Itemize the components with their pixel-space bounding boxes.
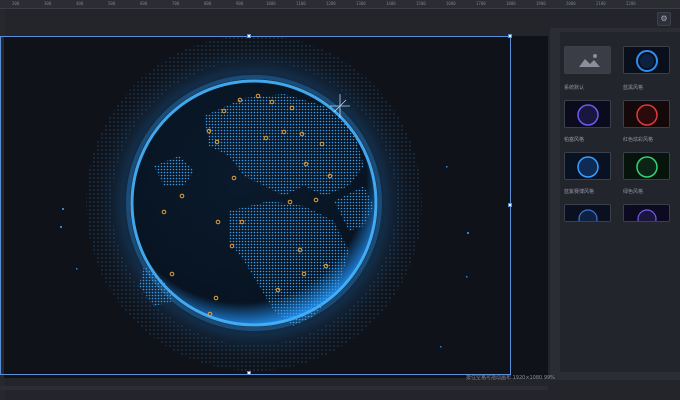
ruler-tick: 1700 bbox=[476, 1, 486, 6]
theme-thumb-purple[interactable] bbox=[564, 100, 611, 128]
ruler-tick: 400 bbox=[76, 1, 84, 6]
ruler-tick: 1800 bbox=[506, 1, 516, 6]
globe-thumbnail bbox=[636, 104, 658, 126]
horizontal-scrollbar[interactable] bbox=[0, 386, 548, 390]
ruler-tick: 2100 bbox=[596, 1, 606, 6]
ruler-tick: 700 bbox=[172, 1, 180, 6]
editor-canvas[interactable] bbox=[4, 36, 548, 378]
globe-thumbnail bbox=[577, 104, 599, 126]
theme-thumb-green[interactable] bbox=[623, 152, 670, 180]
theme-thumb-blue-cyber[interactable] bbox=[564, 152, 611, 180]
settings-icon[interactable]: ⚙ bbox=[657, 12, 671, 26]
ruler-tick: 1500 bbox=[416, 1, 426, 6]
image-placeholder-icon bbox=[579, 54, 600, 67]
theme-thumb-red[interactable] bbox=[623, 100, 670, 128]
canvas-status-text: 按住空格可拖动画布 1920×1080 99% bbox=[466, 375, 555, 381]
theme-label: 蓝紫赛博风格 bbox=[564, 189, 595, 195]
theme-list: 系统默认 蓝黑风格 帕塞风格 红色炫彩风格 蓝紫赛博风格 绿色风格 bbox=[560, 32, 680, 372]
ruler-tick: 1300 bbox=[356, 1, 366, 6]
ruler-tick: 2000 bbox=[566, 1, 576, 6]
ruler-tick: 1400 bbox=[386, 1, 396, 6]
ruler-tick: 500 bbox=[108, 1, 116, 6]
editor-app: 200 300 400 500 600 700 800 900 1000 110… bbox=[0, 0, 680, 400]
ruler-tick: 1100 bbox=[296, 1, 306, 6]
theme-label: 绿色风格 bbox=[623, 189, 644, 195]
theme-thumb-purple-small[interactable] bbox=[623, 204, 670, 222]
theme-label: 蓝黑风格 bbox=[623, 85, 644, 91]
theme-label: 系统默认 bbox=[564, 85, 585, 91]
ruler-tick: 900 bbox=[236, 1, 244, 6]
globe-scene bbox=[60, 36, 469, 371]
horizontal-ruler: 200 300 400 500 600 700 800 900 1000 110… bbox=[0, 0, 680, 9]
ruler-tick: 800 bbox=[204, 1, 212, 6]
ruler-tick: 200 bbox=[12, 1, 20, 6]
theme-label: 帕塞风格 bbox=[564, 137, 585, 143]
ruler-tick: 2200 bbox=[626, 1, 636, 6]
theme-label: 红色炫彩风格 bbox=[623, 137, 654, 143]
globe-thumbnail bbox=[636, 156, 658, 178]
ruler-tick: 1600 bbox=[446, 1, 456, 6]
globe-thumbnail bbox=[637, 209, 657, 221]
globe-thumbnail bbox=[636, 50, 658, 72]
theme-thumb-blue-dark[interactable] bbox=[623, 46, 670, 74]
ruler-tick: 1200 bbox=[326, 1, 336, 6]
ruler-tick: 1900 bbox=[536, 1, 546, 6]
globe-thumbnail bbox=[577, 156, 599, 178]
globe-thumbnail bbox=[578, 209, 598, 221]
ruler-tick: 300 bbox=[44, 1, 52, 6]
ruler-tick: 600 bbox=[140, 1, 148, 6]
theme-thumb-blue-small[interactable] bbox=[564, 204, 611, 222]
ruler-tick: 1000 bbox=[266, 1, 276, 6]
theme-panel: 系统默认 蓝黑风格 帕塞风格 红色炫彩风格 蓝紫赛博风格 绿色风格 bbox=[550, 28, 680, 380]
theme-thumb-default[interactable] bbox=[564, 46, 611, 74]
